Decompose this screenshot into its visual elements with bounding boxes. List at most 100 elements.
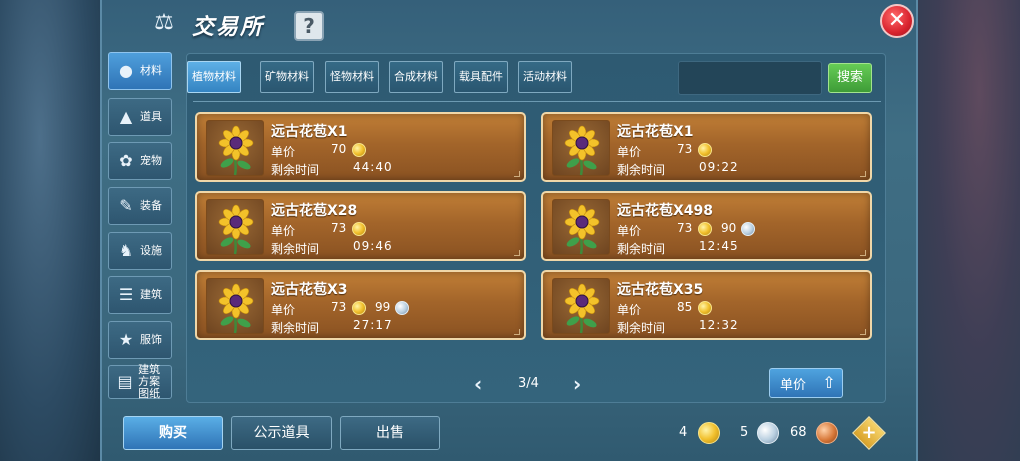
sell-button[interactable]: 出售 [340, 416, 440, 450]
sidebar-item-label: 设施 [140, 244, 162, 257]
gold-coin-icon [352, 222, 366, 236]
sidebar-item-label: 服饰 [140, 333, 162, 346]
plus-icon: + [861, 422, 877, 443]
sidebar-item-pets[interactable]: ✿ 宠物 [108, 142, 172, 180]
help-button[interactable]: ? [294, 11, 324, 41]
gold-coin-icon [698, 143, 712, 157]
flower-bud-icon [206, 120, 264, 176]
flower-bud-icon [552, 199, 610, 255]
flower-bud-icon [206, 278, 264, 334]
clothing-icon: ★ [118, 330, 134, 349]
public-items-button[interactable]: 公示道具 [231, 416, 332, 450]
background-left [0, 0, 100, 461]
materials-icon: ● [119, 61, 133, 80]
item-name: 远古花苞X3 [271, 282, 348, 298]
silver-coin-icon [741, 222, 755, 236]
search-button[interactable]: 搜索 [828, 63, 872, 93]
silver-coin-icon [757, 422, 779, 444]
listing-card[interactable]: 远古花苞X3 单价 73 99 剩余时间 27:17 [195, 270, 526, 340]
tab-synthesis-materials[interactable]: 合成材料 [389, 61, 443, 93]
time-remaining: 27:17 [353, 318, 393, 332]
listing-card[interactable]: 远古花苞X28 单价 73 剩余时间 09:46 [195, 191, 526, 261]
prev-page-button[interactable]: ‹ [474, 372, 482, 396]
corner-decoration [514, 171, 520, 177]
time-remaining: 44:40 [353, 160, 393, 174]
building-icon: ☰ [118, 285, 134, 304]
item-name: 远古花苞X1 [271, 124, 348, 140]
potion-icon: ▲ [119, 107, 133, 126]
sidebar-item-blueprints[interactable]: ▤ 建筑方案图纸 [108, 363, 172, 400]
tab-mineral-materials[interactable]: 矿物材料 [260, 61, 314, 93]
close-icon: ✕ [887, 8, 907, 33]
sidebar-item-clothing[interactable]: ★ 服饰 [108, 321, 172, 359]
sidebar-item-facilities[interactable]: ♞ 设施 [108, 232, 172, 270]
gold-coin-icon [352, 301, 366, 315]
tab-plant-materials[interactable]: 植物材料 [187, 61, 241, 93]
price-label: 单价 [617, 145, 642, 159]
facility-icon: ♞ [118, 241, 134, 260]
sidebar-item-label: 道具 [140, 110, 162, 123]
sidebar-item-label: 建筑 [140, 288, 162, 301]
gold-price: 73 [677, 221, 693, 235]
background-right [918, 0, 1020, 461]
time-label: 剩余时间 [617, 163, 666, 177]
gold-price: 73 [331, 300, 347, 314]
page-indicator: 3/4 [518, 376, 539, 391]
time-remaining: 12:32 [699, 318, 739, 332]
gold-price: 85 [677, 300, 693, 314]
flower-bud-icon [552, 278, 610, 334]
gold-balance: 4 [679, 425, 688, 440]
price-label: 单价 [617, 303, 642, 317]
time-label: 剩余时间 [271, 321, 320, 335]
sidebar-item-buildings[interactable]: ☰ 建筑 [108, 276, 172, 314]
gold-price: 73 [331, 221, 347, 235]
price-label: 单价 [271, 145, 296, 159]
close-button[interactable]: ✕ [880, 4, 914, 38]
tab-event-materials[interactable]: 活动材料 [518, 61, 572, 93]
listing-panel: 植物材料 矿物材料 怪物材料 合成材料 载具配件 活动材料 搜索 远古花苞X1 … [186, 53, 886, 403]
sort-up-icon: ⇧ [822, 373, 836, 392]
next-page-button[interactable]: › [573, 372, 581, 396]
corner-decoration [860, 329, 866, 335]
flower-bud-icon [552, 120, 610, 176]
listing-card[interactable]: 远古花苞X35 单价 85 剩余时间 12:32 [541, 270, 872, 340]
divider [193, 101, 881, 102]
gold-coin-icon [698, 422, 720, 444]
corner-decoration [860, 250, 866, 256]
listing-card[interactable]: 远古花苞X1 单价 70 剩余时间 44:40 [195, 112, 526, 182]
equipment-icon: ✎ [119, 196, 133, 215]
item-name: 远古花苞X35 [617, 282, 704, 298]
time-label: 剩余时间 [617, 321, 666, 335]
blueprint-icon: ▤ [117, 372, 133, 391]
sidebar-item-items[interactable]: ▲ 道具 [108, 98, 172, 136]
scale-icon: ⚖ [154, 10, 174, 35]
search-input[interactable] [678, 61, 822, 95]
time-label: 剩余时间 [617, 242, 666, 256]
copper-coin-icon [816, 422, 838, 444]
paw-icon: ✿ [119, 151, 133, 170]
silver-balance: 5 [740, 425, 749, 440]
sort-label: 单价 [780, 377, 807, 393]
gold-price: 70 [331, 142, 347, 156]
sort-by-price-button[interactable]: 单价 ⇧ [769, 368, 843, 398]
sidebar-item-label: 建筑方案图纸 [138, 363, 161, 400]
sidebar-item-equipment[interactable]: ✎ 装备 [108, 187, 172, 225]
gold-price: 73 [677, 142, 693, 156]
time-remaining: 09:22 [699, 160, 739, 174]
listing-card[interactable]: 远古花苞X498 单价 73 90 剩余时间 12:45 [541, 191, 872, 261]
silver-price: 99 [375, 300, 391, 314]
buy-button[interactable]: 购买 [123, 416, 223, 450]
gold-coin-icon [352, 143, 366, 157]
price-label: 单价 [271, 303, 296, 317]
sidebar-item-materials[interactable]: ● 材料 [108, 52, 172, 90]
window-title: 交易所 [192, 15, 265, 40]
corner-decoration [514, 250, 520, 256]
item-name: 远古花苞X1 [617, 124, 694, 140]
item-name: 远古花苞X498 [617, 203, 714, 219]
tab-vehicle-parts[interactable]: 载具配件 [454, 61, 508, 93]
time-label: 剩余时间 [271, 242, 320, 256]
tab-monster-materials[interactable]: 怪物材料 [325, 61, 379, 93]
time-remaining: 12:45 [699, 239, 739, 253]
copper-balance: 68 [790, 425, 807, 440]
listing-card[interactable]: 远古花苞X1 单价 73 剩余时间 09:22 [541, 112, 872, 182]
